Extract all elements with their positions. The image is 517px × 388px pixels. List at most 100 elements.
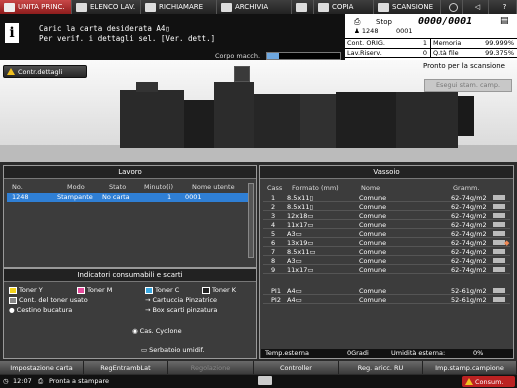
tray-row[interactable]: 2 8.5x11▯ Comune 62-74g/m2	[263, 203, 510, 211]
tab-dual-page[interactable]	[292, 0, 314, 14]
humidifier-tank[interactable]: ▭ Serbatoio umidif.	[141, 346, 205, 354]
staple-waste[interactable]: → Box scarti pinzatura	[145, 306, 217, 314]
humidity-value: 0%	[473, 349, 484, 357]
tray-formato: 8.5x11▯	[287, 194, 314, 202]
tray-formato: 8.5x11▯	[287, 203, 314, 211]
cont-orig: Cont. ORIG. 1	[345, 38, 431, 48]
toner-m[interactable]: Toner M	[77, 286, 112, 294]
tray-row[interactable]: 6 13x19▭ Comune 62-74g/m2 ◆	[263, 239, 510, 247]
tab-archivia[interactable]: ARCHIVIA	[217, 0, 292, 14]
printer-small-icon: ⎙	[38, 377, 44, 385]
toner-y[interactable]: Toner Y	[9, 286, 43, 294]
toner-k-swatch	[202, 286, 210, 294]
consumables-button-label: Consum.	[475, 377, 504, 386]
sample-print-setting-button[interactable]: Imp.stamp.campione	[423, 361, 517, 374]
details-button-label: Contr.dettagli	[18, 67, 63, 76]
punch-waste-label: Cestino bucatura	[16, 306, 73, 314]
output-tray	[458, 96, 474, 136]
controller-button[interactable]: Controller	[254, 361, 339, 374]
toner-c[interactable]: Toner C	[145, 286, 179, 294]
printer-icon: ⎙	[354, 17, 361, 26]
toner-m-swatch	[77, 286, 85, 294]
tray-nome: Comune	[359, 212, 387, 220]
tab-scansione[interactable]: SCANSIONE	[374, 0, 441, 14]
tray-row[interactable]: 9 11x17▭ Comune 62-74g/m2	[263, 266, 510, 274]
tray-gramm: 62-74g/m2	[451, 248, 487, 256]
tray-row[interactable]: 8 A3▭ Comune 62-74g/m2	[263, 257, 510, 265]
lav-riserv-label: Lav.Riserv.	[347, 49, 382, 57]
tray-gramm: 62-74g/m2	[451, 221, 487, 229]
job-number: 0001	[396, 27, 413, 35]
punch-waste[interactable]: ● Cestino bucatura	[9, 306, 72, 314]
cont-orig-label: Cont. ORIG.	[347, 39, 385, 47]
memoria-label: Memoria	[433, 39, 462, 47]
tab-copia[interactable]: COPIA	[314, 0, 374, 14]
tray-cass: 6	[271, 239, 276, 247]
adjustment-button[interactable]: Regolazione	[168, 361, 254, 374]
tray-row[interactable]: 1 8.5x11▯ Comune 62-74g/m2	[263, 194, 510, 202]
paper-setting-button[interactable]: Impostazione carta	[0, 361, 84, 374]
tray-formato: 11x17▭	[287, 266, 314, 274]
tray-cass: PI1	[271, 287, 281, 295]
job-no: 1248	[12, 193, 29, 201]
tab-richiamare[interactable]: RICHIAMARE	[141, 0, 217, 14]
qta-file: Q.tà file 99.375%	[431, 48, 517, 58]
tab-label: ARCHIVIA	[235, 3, 269, 11]
job-scrollbar[interactable]	[248, 183, 254, 258]
stapler-icon: →	[145, 296, 151, 304]
tray-cass: 3	[271, 212, 276, 220]
tray-level-bar	[493, 297, 505, 302]
waste-toner-label: Cont. del toner usato	[19, 296, 88, 304]
details-button[interactable]: Contr.dettagli	[3, 65, 87, 78]
tray-gramm: 62-74g/m2	[451, 239, 487, 247]
machine-main-body[interactable]	[214, 82, 254, 148]
tray-row[interactable]: 7 8.5x11▭ Comune 62-74g/m2	[263, 248, 510, 256]
cyclone-icon: ◉	[132, 327, 138, 335]
footer-bar: ◷ 12:07 ⎙ Pronta a stampare Consum.	[0, 375, 517, 388]
tray-row[interactable]: 3 12x18▭ Comune 62-74g/m2	[263, 212, 510, 220]
tray-nome: Comune	[359, 194, 387, 202]
tab-speaker[interactable]: ◁	[463, 0, 489, 14]
tray-row[interactable]: 4 11x17▭ Comune 62-74g/m2	[263, 221, 510, 229]
tray-cass: PI2	[271, 296, 281, 304]
lav-riserv: Lav.Riserv. 0	[345, 48, 431, 58]
col-cass: Cass	[267, 184, 283, 192]
tray-level-bar	[493, 288, 505, 293]
staple-cartridge-label: Cartuccia Pinzatrice	[152, 296, 218, 304]
tab-unita-princ[interactable]: UNITA PRINC.	[0, 0, 72, 14]
keyboard-icon[interactable]	[258, 376, 272, 385]
cyclone[interactable]: ◉ Cas. Cyclone	[132, 327, 182, 335]
control-panel[interactable]	[234, 66, 250, 82]
tray-nome: Comune	[359, 287, 387, 295]
tray-row[interactable]: PI1 A4▭ Comune 52-61g/m2	[263, 287, 510, 295]
curl-adjust-button[interactable]: Reg. aricc. RU	[339, 361, 423, 374]
tray-level-bar	[493, 249, 505, 254]
tab-globe[interactable]	[441, 0, 463, 14]
tray-row[interactable]: 5 A3▭ Comune 62-74g/m2	[263, 230, 510, 238]
job-row[interactable]: 1248 Stampante No carta 1 0001	[7, 193, 251, 202]
tray-panel: Vassoio Cass Formato (mm) Nome Gramm. 1 8…	[259, 165, 514, 359]
archive-icon	[221, 2, 232, 12]
toner-y-label: Toner Y	[19, 286, 43, 294]
sample-print-button[interactable]: Esegui stam. camp.	[424, 79, 512, 92]
toner-y-swatch	[9, 286, 17, 294]
machine-state: Stop	[376, 18, 392, 26]
tray-row[interactable]: PI2 A4▭ Comune 52-61g/m2	[263, 296, 510, 304]
warning-icon	[7, 68, 15, 75]
memoria-value: 99.999%	[485, 39, 514, 47]
tray-level-bar	[493, 231, 505, 236]
waste-toner[interactable]: Cont. del toner usato	[9, 296, 88, 304]
help-button[interactable]: ?	[489, 0, 517, 14]
humidifier-tank-label: Serbatoio umidif.	[149, 346, 205, 354]
duplex-adjust-button[interactable]: RegEntrambLat	[84, 361, 168, 374]
toner-k[interactable]: Toner K	[202, 286, 236, 294]
consumables-button[interactable]: Consum.	[462, 376, 515, 387]
page-counter: 0000/0001	[418, 16, 473, 27]
staple-cartridge[interactable]: → Cartuccia Pinzatrice	[145, 296, 217, 304]
machine-unit	[300, 94, 336, 148]
tray-gramm: 62-74g/m2	[451, 257, 487, 265]
tray-nome: Comune	[359, 239, 387, 247]
tab-elenco-lav[interactable]: ELENCO LAV.	[72, 0, 141, 14]
temp-label: Temp.esterna	[265, 349, 309, 357]
recall-icon	[145, 2, 156, 12]
